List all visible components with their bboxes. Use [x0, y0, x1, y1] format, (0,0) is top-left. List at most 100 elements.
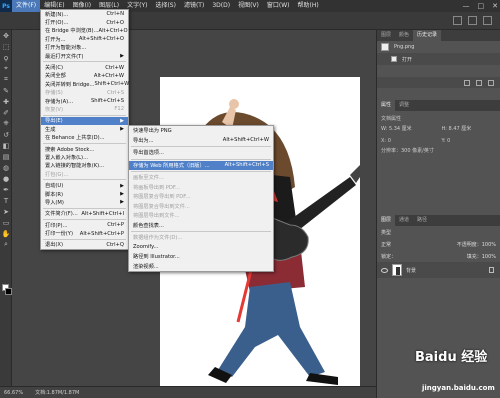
menu-7[interactable]: 3D(D)	[208, 0, 234, 12]
zoom-level[interactable]: 66.67%	[4, 390, 23, 396]
menu-item[interactable]: 打印一份(Y) Alt+Shift+Ctrl+P	[41, 229, 128, 238]
menu-item[interactable]: 最近打开文件(T) ▶	[41, 52, 128, 60]
blend-mode-select[interactable]: 正常	[381, 241, 391, 248]
submenu-arrow-icon: ▶	[120, 182, 124, 189]
background-color-swatch[interactable]	[5, 288, 12, 295]
layers-panel-tabs: 图层 通道 路径	[377, 215, 500, 226]
menu-item[interactable]: 在 Behance 上共享(D)...	[41, 133, 128, 141]
camera-icon[interactable]	[476, 79, 482, 86]
fill-field[interactable]: 填充：100%	[467, 253, 496, 260]
menu-item[interactable]: 置入链接的智能对象(K)...	[41, 162, 128, 170]
lasso-icon[interactable]: ϙ	[0, 52, 12, 63]
menu-item-label: 打开(O)...	[45, 20, 69, 27]
path-select-icon[interactable]: ➤	[0, 206, 12, 217]
menu-item[interactable]: 渲染视频...	[129, 262, 273, 272]
menu-item[interactable]: 存储为 Web 所用格式（旧版）... Alt+Shift+Ctrl+S	[129, 160, 273, 170]
share-icon[interactable]	[483, 16, 492, 25]
tab-layers[interactable]: 图层	[377, 215, 396, 226]
workspace-icon[interactable]	[468, 16, 477, 25]
history-snapshot[interactable]: Png.png	[377, 41, 500, 53]
menu-item-shortcut: Ctrl+W	[105, 64, 124, 71]
submenu-arrow-icon: ▶	[120, 199, 124, 206]
tab-adjustments[interactable]: 调整	[395, 100, 413, 111]
menu-item: 将画板导出到 PDF...	[129, 183, 273, 193]
tab-channels[interactable]: 通道	[395, 215, 413, 226]
menu-item[interactable]: 自动(U) ▶	[41, 181, 128, 190]
eye-icon[interactable]	[381, 267, 388, 273]
new-document-icon[interactable]	[464, 79, 470, 86]
x-value[interactable]: 0	[388, 138, 391, 144]
move-icon[interactable]: ✥	[0, 30, 12, 41]
menu-item[interactable]: 关闭并转到 Bridge... Shift+Ctrl+W	[41, 80, 129, 88]
menu-item[interactable]: 新建(N)... Ctrl+N	[41, 10, 128, 18]
quick-select-icon[interactable]: ⌖	[0, 63, 12, 74]
brush-icon[interactable]: ✐	[0, 107, 12, 118]
menu-item[interactable]: 置入嵌入对象(L)...	[41, 153, 128, 161]
menu-item[interactable]: 导出为... Alt+Shift+Ctrl+W	[129, 136, 273, 146]
file-menu-dropdown: 新建(N)... Ctrl+N 打开(O)... Ctrl+O 在 Bridge 中浏览…	[40, 9, 129, 251]
export-submenu: 快速导出为 PNG 导出为... Alt+Shift+Ctrl+W 导出首选项... 存…	[128, 125, 274, 272]
menu-item[interactable]: 退出(X) Ctrl+Q	[41, 241, 128, 249]
menu-item[interactable]: 路径到 Illustrator...	[129, 252, 273, 262]
zoom-icon[interactable]: ⌕	[0, 239, 12, 250]
pen-icon[interactable]: ✒	[0, 184, 12, 195]
menu-item[interactable]: 快速导出为 PNG	[129, 126, 273, 136]
menu-5[interactable]: 选择(S)	[151, 0, 180, 12]
menu-item[interactable]: 打印(P)... Ctrl+P	[41, 221, 128, 229]
height-value[interactable]: 8.47 厘米	[449, 126, 472, 132]
heal-icon[interactable]: ✚	[0, 96, 12, 107]
tab-layers-mini[interactable]: 图层	[377, 30, 395, 41]
menu-item[interactable]: 关闭全部 Alt+Ctrl+W	[41, 72, 128, 80]
menu-item[interactable]: 打开(O)... Ctrl+O	[41, 18, 128, 27]
type-icon[interactable]: T	[0, 195, 12, 206]
trash-icon[interactable]	[488, 79, 494, 86]
menu-10[interactable]: 帮助(H)	[294, 0, 323, 12]
shape-icon[interactable]: ▭	[0, 217, 12, 228]
menu-item[interactable]: 导出首选项...	[129, 148, 273, 158]
minimize-button[interactable]: —	[463, 0, 470, 12]
menu-item[interactable]: 关闭(C) Ctrl+W	[41, 63, 128, 72]
menu-item[interactable]: 文件简介(F)... Alt+Shift+Ctrl+I	[41, 210, 128, 218]
eyedropper-icon[interactable]: ✎	[0, 85, 12, 96]
menu-item[interactable]: 导入(M) ▶	[41, 198, 128, 206]
menu-item-label: 导出(E)	[45, 118, 63, 125]
hand-icon[interactable]: ✋	[0, 228, 12, 239]
menu-6[interactable]: 滤镜(T)	[180, 0, 208, 12]
history-entry[interactable]: 打开	[377, 53, 500, 65]
tab-color[interactable]: 颜色	[395, 30, 413, 41]
marquee-icon[interactable]: ⬚	[0, 41, 12, 52]
window-controls: — □ ✕	[463, 0, 499, 12]
layer-row[interactable]: 背景	[377, 262, 500, 278]
tab-paths[interactable]: 路径	[413, 215, 431, 226]
menu-item[interactable]: 打开为... Alt+Shift+Ctrl+O	[41, 35, 128, 43]
opacity-field[interactable]: 不透明度：100%	[457, 241, 496, 248]
blur-icon[interactable]: ◍	[0, 162, 12, 173]
menu-item[interactable]: 存储为(A)... Shift+Ctrl+S	[41, 97, 128, 105]
layer-kind-select[interactable]: 类型	[381, 229, 391, 236]
menu-item[interactable]: Zoomify...	[129, 243, 273, 253]
stamp-icon[interactable]: ⎈	[0, 118, 12, 129]
gradient-icon[interactable]: ▤	[0, 151, 12, 162]
menu-item[interactable]: 生成 ▶	[41, 125, 128, 133]
menu-8[interactable]: 视图(V)	[234, 0, 263, 12]
close-button[interactable]: ✕	[492, 0, 498, 12]
menu-0[interactable]: 文件(F)	[12, 0, 41, 12]
menu-item[interactable]: 导出(E) ▶	[41, 116, 128, 126]
tab-history[interactable]: 历史记录	[413, 30, 442, 41]
menu-item[interactable]: 在 Bridge 中浏览(B)... Alt+Ctrl+O	[41, 27, 128, 35]
tab-properties[interactable]: 属性	[377, 100, 396, 111]
menu-item-label: 置入嵌入对象(L)...	[45, 154, 89, 161]
width-value[interactable]: 5.34 厘米	[389, 126, 412, 132]
menu-item[interactable]: 搜索 Adobe Stock...	[41, 145, 128, 153]
history-brush-icon[interactable]: ↺	[0, 129, 12, 140]
menu-item[interactable]: 脚本(R) ▶	[41, 190, 128, 198]
menu-9[interactable]: 窗口(W)	[263, 0, 294, 12]
menu-item[interactable]: 打开为智能对象...	[41, 44, 128, 52]
eraser-icon[interactable]: ◧	[0, 140, 12, 151]
crop-icon[interactable]: ⌗	[0, 74, 12, 85]
dodge-icon[interactable]: ●	[0, 173, 12, 184]
y-value[interactable]: 0	[447, 138, 450, 144]
search-icon[interactable]	[453, 16, 462, 25]
menu-item[interactable]: 颜色查找表...	[129, 221, 273, 231]
maximize-button[interactable]: □	[478, 0, 485, 12]
